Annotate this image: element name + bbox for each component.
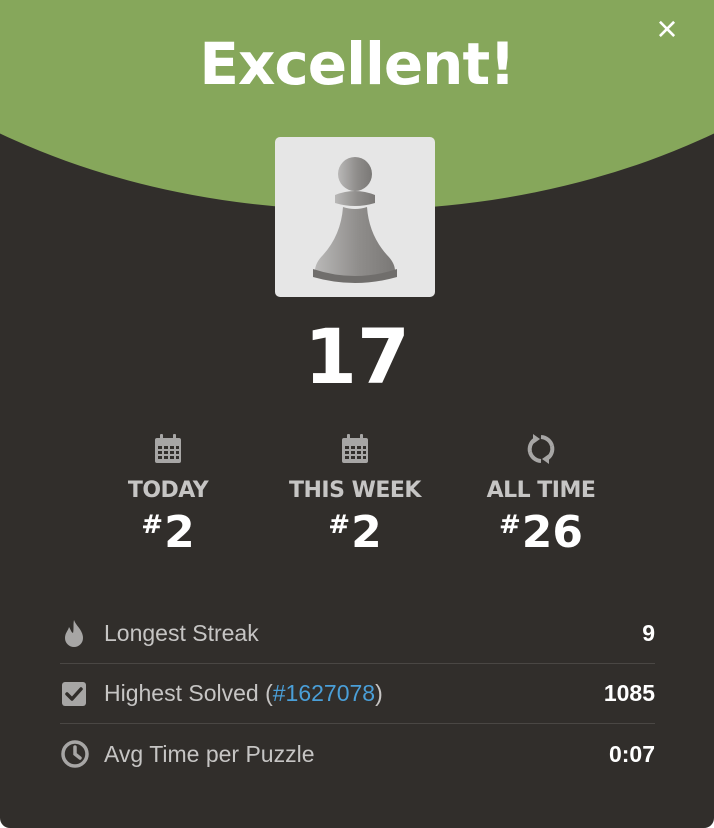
rank-label: THIS WEEK xyxy=(289,478,421,503)
checkbox-icon xyxy=(60,679,96,709)
stat-avg-time: Avg Time per Puzzle 0:07 xyxy=(60,724,655,784)
rank-label: ALL TIME xyxy=(486,478,596,503)
stat-highest-solved: Highest Solved (#1627078) 1085 xyxy=(60,664,655,724)
stats-list: Longest Streak 9 Highest Solved (#162707… xyxy=(60,604,655,784)
puzzle-score: 17 xyxy=(304,312,410,401)
pawn-icon xyxy=(313,157,397,283)
rank-label: TODAY xyxy=(127,478,209,503)
stat-value: 9 xyxy=(642,620,655,646)
calendar-icon xyxy=(342,434,368,463)
result-title: Excellent! xyxy=(199,30,515,98)
stat-longest-streak: Longest Streak 9 xyxy=(60,604,655,664)
stat-value: 1085 xyxy=(603,680,655,706)
close-button[interactable]: × xyxy=(650,11,684,47)
rank-today: TODAY #2 xyxy=(68,432,268,558)
clock-icon xyxy=(60,739,96,769)
refresh-icon xyxy=(527,434,555,464)
stat-value: 0:07 xyxy=(608,740,655,767)
rank-this-week: THIS WEEK #2 xyxy=(255,432,455,558)
pawn-tile xyxy=(275,137,435,297)
rank-value: #2 xyxy=(328,507,382,558)
calendar-icon xyxy=(155,434,181,463)
puzzle-result-modal: Excellent! × 17 TODAY #2 THIS WEEK #2 AL… xyxy=(0,0,714,828)
flame-icon xyxy=(60,619,96,649)
stat-label: Highest Solved (#1627078) xyxy=(104,680,383,706)
stat-label: Avg Time per Puzzle xyxy=(104,740,315,767)
stat-label: Longest Streak xyxy=(104,620,259,646)
rank-all-time: ALL TIME #26 xyxy=(441,432,641,558)
rank-value: #2 xyxy=(141,507,195,558)
puzzle-link[interactable]: #1627078 xyxy=(273,680,375,706)
rank-value: #26 xyxy=(498,507,584,558)
